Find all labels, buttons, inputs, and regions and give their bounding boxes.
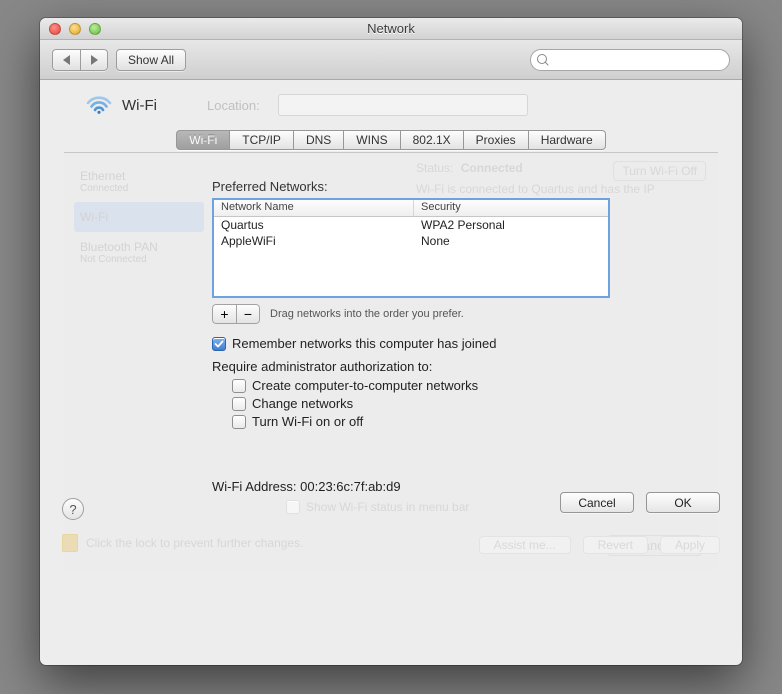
require-toggle-label: Turn Wi-Fi on or off <box>252 414 363 429</box>
help-button[interactable]: ? <box>62 498 84 520</box>
pane-title: Wi-Fi <box>122 97 157 114</box>
close-window-button[interactable] <box>49 23 61 35</box>
remember-networks-row[interactable]: Remember networks this computer has join… <box>212 336 642 351</box>
question-icon: ? <box>69 502 76 517</box>
require-create-row[interactable]: Create computer-to-computer networks <box>232 378 642 393</box>
tab-proxies[interactable]: Proxies <box>463 130 528 150</box>
body-area: Wi-Fi Location: Wi-Fi TCP/IP DNS WINS 80… <box>40 80 742 570</box>
traffic-lights <box>40 23 101 35</box>
remember-networks-checkbox[interactable] <box>212 337 226 351</box>
preferred-networks-table[interactable]: Network Name Security Quartus WPA2 Perso… <box>212 198 610 298</box>
ghost-location-select <box>278 94 528 116</box>
table-row[interactable]: AppleWiFi None <box>214 233 608 249</box>
require-change-checkbox[interactable] <box>232 397 246 411</box>
cell-network-name: AppleWiFi <box>214 233 414 249</box>
back-button[interactable] <box>52 49 80 71</box>
tab-hardware[interactable]: Hardware <box>528 130 606 150</box>
tab-tcpip[interactable]: TCP/IP <box>229 130 293 150</box>
pane-header: Wi-Fi Location: <box>40 94 742 126</box>
search-field[interactable] <box>530 49 730 71</box>
search-input[interactable] <box>554 53 723 67</box>
ghost-apply-button: Apply <box>660 536 720 554</box>
remove-network-button[interactable]: − <box>236 304 260 324</box>
wifi-tab-content: Preferred Networks: Network Name Securit… <box>212 179 642 514</box>
ghost-assist-button: Assist me... <box>479 536 571 554</box>
lock-icon <box>62 534 78 552</box>
minus-icon: − <box>244 307 252 321</box>
require-change-row[interactable]: Change networks <box>232 396 642 411</box>
table-header: Network Name Security <box>214 200 608 217</box>
tab-dns[interactable]: DNS <box>293 130 343 150</box>
tab-8021x[interactable]: 802.1X <box>400 130 463 150</box>
require-change-label: Change networks <box>252 396 353 411</box>
ghost-turn-off: Turn Wi-Fi Off <box>613 161 706 181</box>
require-toggle-checkbox[interactable] <box>232 415 246 429</box>
preferences-window: Network Show All Wi-Fi Location: <box>40 18 742 665</box>
ghost-sidebar: Ethernet Connected Wi-Fi Bluetooth PAN N… <box>74 161 204 273</box>
ghost-location-label: Location: <box>207 98 260 113</box>
tab-wifi[interactable]: Wi-Fi <box>176 130 229 150</box>
toolbar: Show All <box>40 40 742 80</box>
require-create-label: Create computer-to-computer networks <box>252 378 478 393</box>
forward-button[interactable] <box>80 49 108 71</box>
chevron-left-icon <box>63 55 70 65</box>
require-auth-label: Require administrator authorization to: <box>212 359 642 374</box>
tab-bar: Wi-Fi TCP/IP DNS WINS 802.1X Proxies Har… <box>176 130 605 150</box>
require-create-checkbox[interactable] <box>232 379 246 393</box>
tab-wins[interactable]: WINS <box>343 130 399 150</box>
check-icon <box>214 339 224 349</box>
add-remove-row: + − Drag networks into the order you pre… <box>212 304 642 324</box>
titlebar: Network <box>40 18 742 40</box>
chevron-right-icon <box>91 55 98 65</box>
zoom-window-button[interactable] <box>89 23 101 35</box>
column-network-name[interactable]: Network Name <box>214 200 414 216</box>
require-toggle-row[interactable]: Turn Wi-Fi on or off <box>232 414 642 429</box>
ghost-sidebar-item: Wi-Fi <box>74 202 204 232</box>
drag-hint: Drag networks into the order you prefer. <box>270 308 464 320</box>
ok-button[interactable]: OK <box>646 492 720 513</box>
cancel-button[interactable]: Cancel <box>560 492 634 513</box>
plus-icon: + <box>220 307 228 321</box>
nav-segment <box>52 49 108 71</box>
cell-security: None <box>414 233 608 249</box>
search-icon <box>537 54 549 66</box>
ghost-revert-button: Revert <box>583 536 648 554</box>
minimize-window-button[interactable] <box>69 23 81 35</box>
footer: ? Cancel OK Click the lock to prevent fu… <box>40 490 742 570</box>
ghost-sidebar-item: Bluetooth PAN Not Connected <box>74 232 204 273</box>
cell-network-name: Quartus <box>214 217 414 233</box>
preferred-networks-label: Preferred Networks: <box>212 179 642 194</box>
ghost-sidebar-item: Ethernet Connected <box>74 161 204 202</box>
show-all-button[interactable]: Show All <box>116 49 186 71</box>
ghost-actions: Assist me... Revert Apply <box>479 536 720 554</box>
window-title: Network <box>40 21 742 36</box>
table-row[interactable]: Quartus WPA2 Personal <box>214 217 608 233</box>
add-network-button[interactable]: + <box>212 304 236 324</box>
cell-security: WPA2 Personal <box>414 217 608 233</box>
wifi-icon <box>86 95 112 115</box>
remember-networks-label: Remember networks this computer has join… <box>232 336 496 351</box>
column-security[interactable]: Security <box>414 200 608 216</box>
